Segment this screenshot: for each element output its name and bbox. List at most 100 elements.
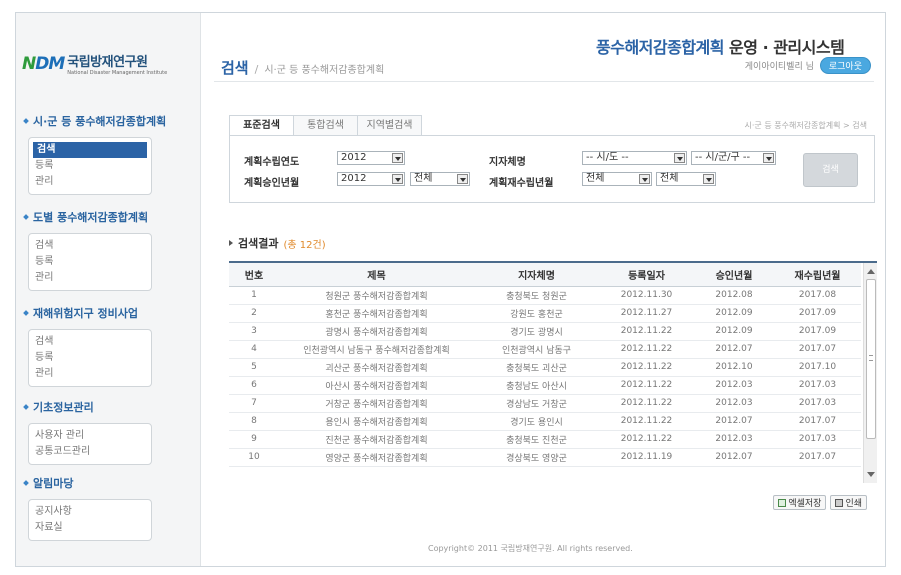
bullet-icon — [229, 240, 233, 246]
column-header: 등록일자 — [599, 263, 694, 287]
table-scrollbar[interactable] — [863, 263, 877, 483]
plan-year-label: 계획수립연도 — [244, 157, 300, 168]
approve-month-select[interactable]: 전체 — [410, 172, 470, 186]
sido-select[interactable]: -- 시/도 -- — [582, 151, 687, 165]
excel-icon — [778, 498, 787, 507]
table-row[interactable]: 4 인천광역시 남동구 풍수해저감종합계획 인천광역시 남동구 2012.11.22 2… — [229, 340, 861, 359]
menu-heading[interactable]: 시·군 등 풍수해저감종합계획 — [23, 113, 194, 129]
column-header: 재수립년월 — [774, 263, 861, 287]
table-row[interactable]: 10 영양군 풍수해저감종합계획 경상북도 영양군 2012.11.19 2012.07… — [229, 448, 861, 467]
sidebar-item-register[interactable]: 등록 — [35, 158, 145, 174]
chevron-down-icon — [703, 174, 714, 184]
bullet-icon — [23, 404, 29, 410]
menu-group-hazard-district: 재해위험지구 정비사업 검색 등록 관리 — [23, 305, 194, 387]
tab-integrated-search[interactable]: 통합검색 — [293, 115, 358, 135]
logo[interactable]: NDM 국립방재연구원 National Disaster Management… — [22, 51, 168, 77]
copyright: Copyright© 2011 국립방재연구원. All rights rese… — [428, 544, 633, 553]
table-row[interactable]: 1 청원군 풍수해저감종합계획 충청북도 청원군 2012.11.30 2012.08 2… — [229, 286, 861, 305]
bullet-icon — [23, 480, 29, 486]
search-form: 계획수립연도 2012 계획승인년월 2012 전체 지자체명 -- 시/도 -… — [229, 135, 875, 203]
scroll-thumb[interactable] — [866, 279, 876, 439]
breadcrumb: 검색 / 시·군 등 풍수해저감종합계획 — [221, 57, 384, 78]
menu-heading[interactable]: 기초정보관리 — [23, 399, 194, 415]
menu-heading[interactable]: 재해위험지구 정비사업 — [23, 305, 194, 321]
sidebar-item-archive[interactable]: 자료실 — [35, 520, 145, 536]
chevron-down-icon — [674, 153, 685, 163]
approve-year-label: 계획승인년월 — [244, 178, 300, 189]
column-header: 번호 — [229, 263, 279, 287]
app-title: 풍수해저감종합계획 운영 · 관리시스템 — [596, 38, 845, 57]
chevron-down-icon — [639, 174, 650, 184]
plan-year-select[interactable]: 2012 — [337, 151, 405, 165]
sidebar-item-manage[interactable]: 관리 — [35, 174, 145, 190]
bullet-icon — [23, 214, 29, 220]
logo-subtitle: National Disaster Management Institute — [67, 70, 168, 76]
results-table: 번호 제목 지자체명 등록일자 승인년월 재수립년월 1 청원군 풍수해저감종합계… — [229, 261, 877, 483]
reestablish-month-select[interactable]: 전체 — [656, 172, 716, 186]
app-frame: NDM 국립방재연구원 National Disaster Management… — [15, 12, 886, 567]
chevron-down-icon — [763, 153, 774, 163]
user-area: 게이아이티벨리 님 로그아웃 — [745, 57, 871, 74]
excel-save-button[interactable]: 엑셀저장 — [773, 495, 827, 510]
scroll-down-icon[interactable] — [867, 472, 875, 477]
location-path: 시·군 등 풍수해저감종합계획 > 검색 — [744, 121, 867, 130]
reestablish-label: 계획재수립년월 — [489, 178, 554, 189]
column-header: 승인년월 — [694, 263, 774, 287]
table-row[interactable]: 9 진천군 풍수해저감종합계획 충청북도 진천군 2012.11.22 2012.03 2… — [229, 430, 861, 449]
sidebar-item-manage[interactable]: 관리 — [35, 366, 145, 382]
tab-region-search[interactable]: 지역별검색 — [357, 115, 422, 135]
column-header: 제목 — [279, 263, 474, 287]
table-header-row: 번호 제목 지자체명 등록일자 승인년월 재수립년월 — [229, 263, 861, 287]
grip-icon — [869, 355, 873, 361]
menu-group-province-plan: 도별 풍수해저감종합계획 검색 등록 관리 — [23, 209, 194, 291]
table-row[interactable]: 5 괴산군 풍수해저감종합계획 충청북도 괴산군 2012.11.22 2012.10 2… — [229, 358, 861, 377]
sidebar-item-search[interactable]: 검색 — [33, 142, 147, 158]
user-name: 게이아이티벨리 님 — [744, 62, 814, 72]
sidebar: NDM 국립방재연구원 National Disaster Management… — [16, 13, 201, 566]
results-heading: 검색결과 (총 12건) — [229, 235, 326, 251]
column-header: 지자체명 — [474, 263, 599, 287]
menu-heading[interactable]: 도별 풍수해저감종합계획 — [23, 209, 194, 225]
menu-heading[interactable]: 알림마당 — [23, 475, 194, 491]
menu-group-city-plan: 시·군 등 풍수해저감종합계획 검색 등록 관리 — [23, 113, 194, 195]
chevron-down-icon — [457, 174, 468, 184]
sidebar-item-notice[interactable]: 공지사항 — [35, 504, 145, 520]
page-title: 검색 — [221, 59, 249, 77]
sidebar-item-search[interactable]: 검색 — [35, 238, 145, 254]
sidebar-item-register[interactable]: 등록 — [35, 254, 145, 270]
region-label: 지자체명 — [489, 157, 526, 168]
search-tabs: 표준검색 통합검색 지역별검색 — [229, 115, 422, 135]
table-row[interactable]: 7 거창군 풍수해저감종합계획 경상남도 거창군 2012.11.22 2012.03 2… — [229, 394, 861, 413]
table-row[interactable]: 6 아산시 풍수해저감종합계획 충청남도 아산시 2012.11.22 2012.03 2… — [229, 376, 861, 395]
logout-button[interactable]: 로그아웃 — [819, 57, 871, 74]
result-actions: 엑셀저장 인쇄 — [773, 495, 867, 510]
table-row[interactable]: 3 광명시 풍수해저감종합계획 경기도 광명시 2012.11.22 2012.09 20… — [229, 322, 861, 341]
scroll-up-icon[interactable] — [867, 269, 875, 274]
tab-standard-search[interactable]: 표준검색 — [229, 115, 294, 135]
sidebar-item-manage[interactable]: 관리 — [35, 270, 145, 286]
menu-group-basic-info: 기초정보관리 사용자 관리 공통코드관리 — [23, 399, 194, 465]
divider — [214, 81, 874, 82]
sidebar-item-search[interactable]: 검색 — [35, 334, 145, 350]
search-button[interactable]: 검색 — [803, 153, 858, 187]
breadcrumb-sub: 시·군 등 풍수해저감종합계획 — [264, 65, 385, 76]
sidebar-item-register[interactable]: 등록 — [35, 350, 145, 366]
results-count: (총 12건) — [283, 239, 326, 251]
chevron-down-icon — [392, 153, 403, 163]
print-button[interactable]: 인쇄 — [830, 495, 867, 510]
logo-mark: NDM — [22, 53, 65, 74]
approve-year-select[interactable]: 2012 — [337, 172, 405, 186]
breadcrumb-separator: / — [254, 63, 259, 76]
table-row[interactable]: 8 용인시 풍수해저감종합계획 경기도 용인시 2012.11.22 2012.07 20… — [229, 412, 861, 431]
table-row[interactable]: 2 홍천군 풍수해저감종합계획 강원도 홍천군 2012.11.27 2012.09 20… — [229, 304, 861, 323]
sidebar-item-user-manage[interactable]: 사용자 관리 — [35, 428, 145, 444]
printer-icon — [835, 498, 844, 507]
sigungu-select[interactable]: -- 시/군/구 -- — [691, 151, 776, 165]
bullet-icon — [23, 118, 29, 124]
logo-name: 국립방재연구원 — [67, 55, 148, 70]
bullet-icon — [23, 310, 29, 316]
menu-group-notice: 알림마당 공지사항 자료실 — [23, 475, 194, 541]
reestablish-year-select[interactable]: 전체 — [582, 172, 652, 186]
sidebar-item-code-manage[interactable]: 공통코드관리 — [35, 444, 145, 460]
chevron-down-icon — [392, 174, 403, 184]
